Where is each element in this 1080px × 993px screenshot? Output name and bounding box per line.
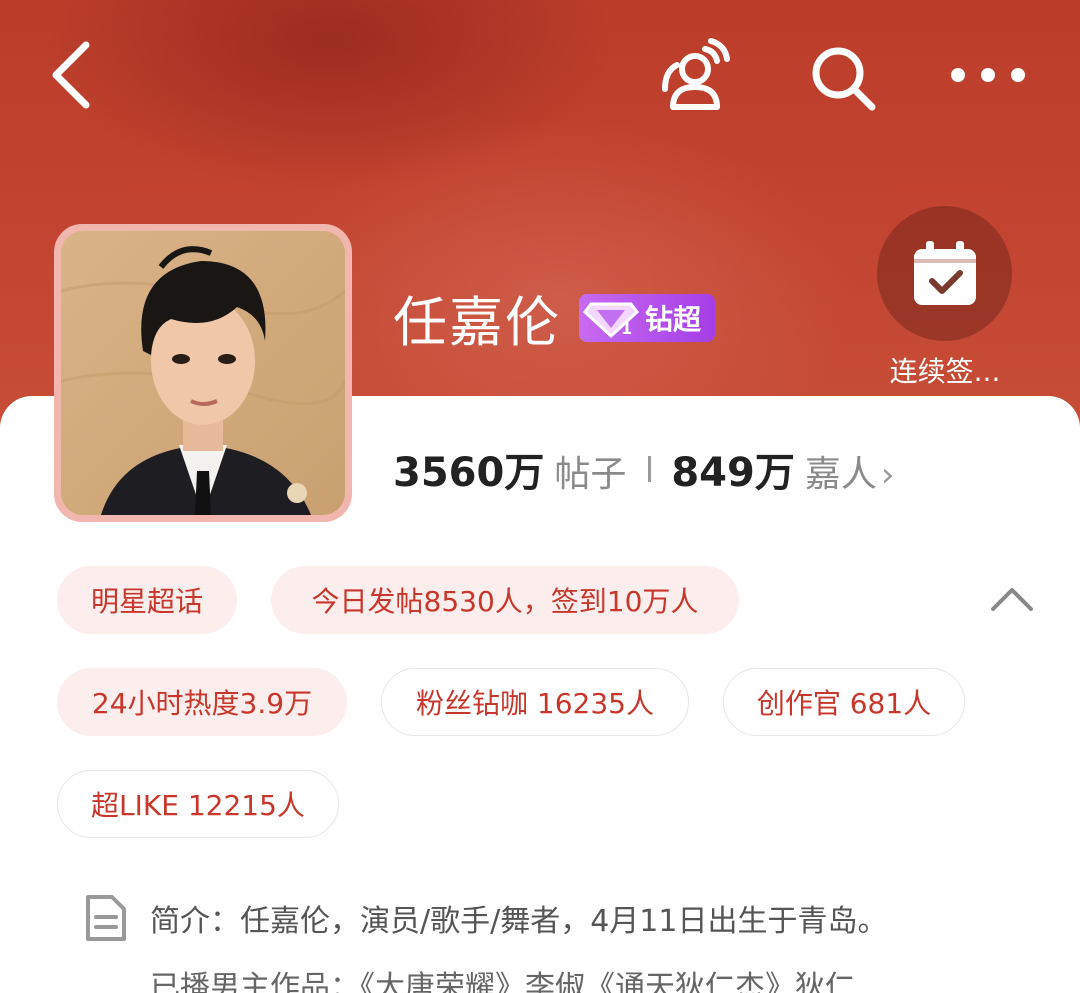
- more-button[interactable]: [940, 40, 1035, 110]
- avatar-image: [61, 231, 345, 515]
- intro-line-1: 简介：任嘉伦，演员/歌手/舞者，4月11日出生于青岛。: [150, 904, 888, 939]
- back-button[interactable]: [30, 30, 110, 120]
- tag-diamond-fans[interactable]: 粉丝钻咖 16235人: [381, 668, 689, 736]
- tag-super-like[interactable]: 超LIKE 12215人: [57, 770, 339, 838]
- posts-label: 帖子: [554, 454, 627, 495]
- intro-line-2: 已播男主作品：《大唐荣耀》李俶《通天狄仁杰》狄仁: [150, 970, 855, 993]
- posts-count: 3560万: [393, 450, 545, 496]
- calendar-check-icon: [913, 240, 976, 305]
- chevron-left-icon: [52, 41, 90, 109]
- document-icon: [80, 893, 130, 943]
- badge-label: 钻超: [645, 302, 702, 336]
- fans-label: 嘉人: [804, 454, 877, 495]
- avatar[interactable]: [54, 224, 352, 522]
- checkin-button[interactable]: [877, 206, 1012, 341]
- stats-divider: [648, 456, 652, 482]
- topic-name: 任嘉伦: [393, 291, 561, 354]
- people-button[interactable]: [650, 30, 740, 120]
- tag-category[interactable]: 明星超话: [57, 566, 237, 634]
- checkin-label[interactable]: 连续签...: [870, 350, 1020, 390]
- collapse-button[interactable]: [985, 575, 1040, 625]
- svg-text:1: 1: [621, 319, 632, 338]
- search-button[interactable]: [800, 35, 885, 120]
- stats-row[interactable]: 3560万 帖子 849万 嘉人 ›: [393, 440, 894, 498]
- fans-count: 849万: [671, 450, 795, 496]
- more-dots-icon: [950, 68, 1025, 82]
- people-icon: [662, 38, 730, 110]
- tag-today-activity[interactable]: 今日发帖8530人，签到10万人: [271, 566, 739, 634]
- diamond-icon: 1: [583, 302, 639, 338]
- chevron-right-icon: ›: [880, 455, 895, 495]
- tag-creators[interactable]: 创作官 681人: [723, 668, 965, 736]
- tag-heat[interactable]: 24小时热度3.9万: [57, 668, 347, 736]
- diamond-badge[interactable]: 1 钻超: [579, 293, 716, 342]
- topic-title-row: 任嘉伦 1 钻超: [393, 278, 716, 357]
- search-icon: [812, 47, 875, 110]
- chevron-up-icon: [991, 588, 1033, 611]
